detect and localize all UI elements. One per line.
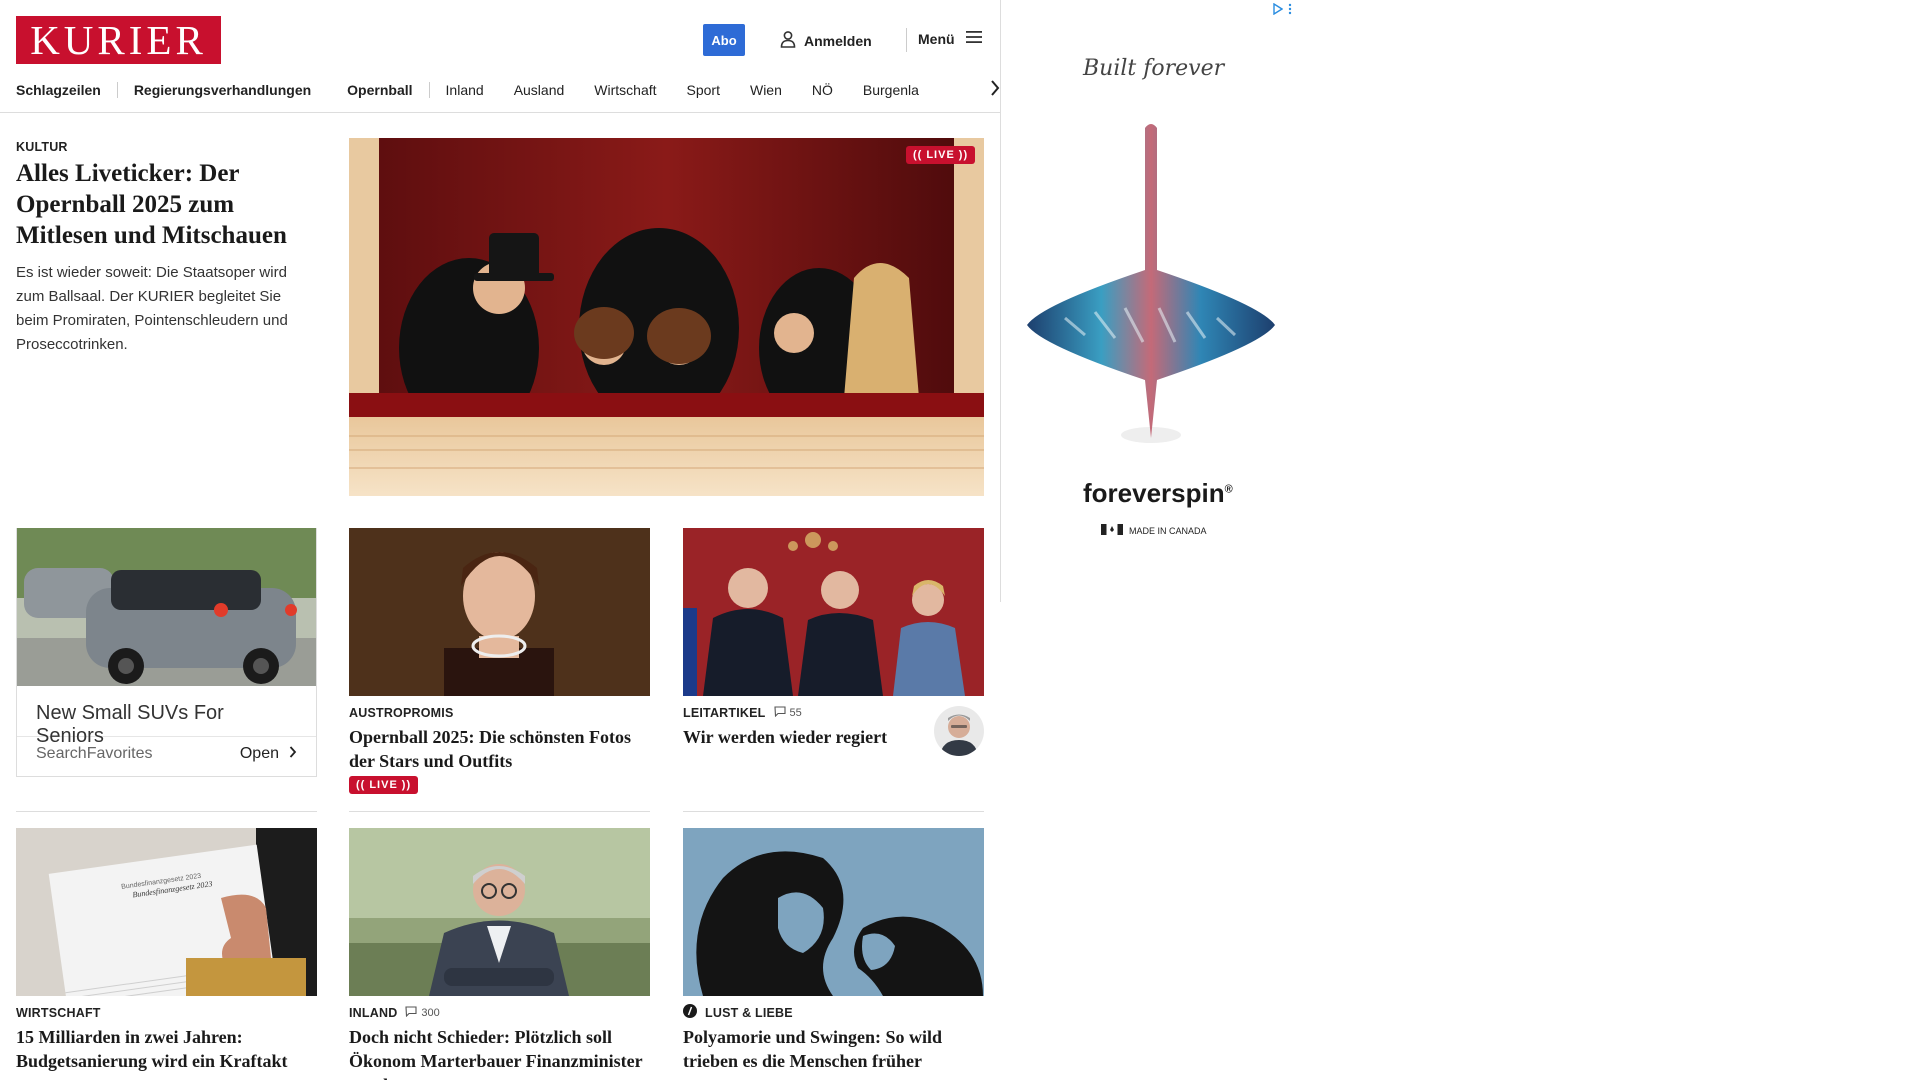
nav-scroll-right-button[interactable]	[964, 78, 1000, 102]
chevron-right-icon	[990, 79, 1000, 101]
lead-teaser: Es ist wieder soweit: Die Staatsoper wir…	[16, 264, 288, 353]
article-image-couple-illustration	[683, 828, 984, 996]
nav-item-schlagzeilen[interactable]: Schlagzeilen	[16, 82, 101, 98]
article-image-economist	[349, 828, 650, 996]
article-card[interactable]: INLAND 300 Doch nicht Schieder: Plötzlic…	[349, 828, 650, 1080]
article-card[interactable]: LUST & LIEBE Polyamorie und Swingen: So …	[683, 828, 984, 1073]
card-kicker: LEITARTIKEL	[683, 706, 766, 720]
nav-item-inland[interactable]: Inland	[446, 82, 484, 98]
site-header: KURIER Abo Anmelden Menü Schlagzeilen Re…	[0, 0, 1000, 113]
ad-origin: MADE IN CANADA	[1101, 524, 1207, 537]
ad-brand: foreverspin®	[1083, 478, 1233, 509]
nav-item-sport[interactable]: Sport	[687, 82, 720, 98]
comment-icon	[405, 1006, 417, 1020]
comment-count[interactable]: 55	[773, 706, 802, 720]
article-image-portrait	[349, 528, 650, 696]
comment-count-value: 55	[789, 707, 802, 719]
lead-kicker: KULTUR	[16, 140, 68, 154]
card-kicker: LUST & LIEBE	[705, 1006, 793, 1020]
comment-count[interactable]: 300	[405, 1006, 440, 1020]
login-label: Anmelden	[804, 32, 872, 49]
comment-icon	[773, 706, 786, 720]
nav-item-regierungsverhandlungen[interactable]: Regierungsverhandlungen	[134, 82, 311, 98]
ad-tagline: Built forever	[1083, 56, 1225, 81]
user-icon	[780, 30, 796, 51]
comment-count-value: 300	[421, 1007, 440, 1019]
ad-more-icon[interactable]	[1288, 2, 1292, 20]
ad-origin-label: MADE IN CANADA	[1129, 525, 1207, 536]
sponsored-open-button[interactable]: Open	[240, 745, 297, 763]
card-kicker: INLAND	[349, 1006, 398, 1020]
nav-item-noe[interactable]: NÖ	[812, 82, 833, 98]
card-kicker: WIRTSCHAFT	[16, 1006, 101, 1020]
lead-headline[interactable]: Alles Liveticker: Der Opernball 2025 zum…	[16, 158, 316, 251]
divider	[349, 811, 650, 812]
card-headline[interactable]: Polyamorie und Swingen: So wild trieben …	[683, 1025, 984, 1073]
login-button[interactable]: Anmelden	[780, 30, 872, 51]
hamburger-icon	[965, 30, 983, 47]
menu-label: Menü	[918, 30, 955, 47]
display-ad[interactable]: Built forever foreverspin® MADE IN CANAD…	[1001, 0, 1297, 602]
lead-image-opera-box[interactable]: ((LIVE))	[349, 138, 984, 496]
live-badge: ((LIVE))	[349, 776, 419, 794]
article-card[interactable]: Bundesfinanzgesetz 2023 Bundesfinanzgese…	[16, 828, 317, 1073]
live-badge: ((LIVE))	[906, 146, 976, 164]
live-signal-icon: ))	[958, 149, 969, 161]
card-headline[interactable]: Wir werden wieder regiert	[683, 725, 923, 749]
nav-divider	[428, 82, 430, 98]
article-card[interactable]: AUSTROPROMIS Opernball 2025: Die schönst…	[349, 528, 650, 794]
kurier-logo[interactable]: KURIER	[16, 16, 221, 64]
nav-item-wirtschaft[interactable]: Wirtschaft	[594, 82, 656, 98]
ad-choices-icon[interactable]	[1273, 2, 1284, 20]
sponsored-source: SearchFavorites	[36, 745, 153, 762]
plus-premium-icon	[683, 1003, 697, 1023]
menu-button[interactable]: Menü	[918, 30, 983, 47]
canada-flag-icon	[1101, 524, 1123, 537]
live-badge-label: LIVE	[926, 149, 955, 161]
card-kicker: AUSTROPROMIS	[349, 706, 454, 720]
sponsored-headline[interactable]: New Small SUVs For Seniors	[17, 686, 316, 747]
header-divider	[906, 28, 907, 52]
nav-item-burgenland[interactable]: Burgenla	[863, 82, 919, 98]
sponsored-card[interactable]: New Small SUVs For Seniors SearchFavorit…	[16, 528, 317, 777]
card-headline[interactable]: Doch nicht Schieder: Plötzlich soll Ökon…	[349, 1025, 650, 1080]
article-card[interactable]: LEITARTIKEL 55 Wir werden wieder regiert	[683, 528, 984, 756]
sponsored-image-car	[17, 528, 316, 686]
nav-item-opernball[interactable]: Opernball	[347, 82, 412, 98]
chevron-right-icon	[289, 745, 297, 763]
nav-divider	[116, 82, 118, 98]
live-signal-icon: ((	[356, 779, 366, 791]
live-signal-icon: ))	[401, 779, 412, 791]
registered-mark-icon: ®	[1224, 483, 1233, 496]
main-column: KURIER Abo Anmelden Menü Schlagzeilen Re…	[0, 0, 1000, 1080]
nav-item-ausland[interactable]: Ausland	[514, 82, 565, 98]
ad-brand-label: foreverspin	[1083, 478, 1225, 508]
open-label: Open	[239, 745, 279, 762]
divider	[683, 811, 984, 812]
abo-button[interactable]: Abo	[703, 24, 745, 56]
author-avatar	[934, 706, 984, 756]
spinning-top-icon	[1025, 120, 1277, 455]
article-image-budget-book: Bundesfinanzgesetz 2023 Bundesfinanzgese…	[16, 828, 317, 996]
article-image-politicians	[683, 528, 984, 696]
live-badge-label: LIVE	[369, 779, 398, 791]
live-signal-icon: ((	[913, 149, 923, 161]
nav-item-wien[interactable]: Wien	[750, 82, 782, 98]
section-nav: Schlagzeilen Regierungsverhandlungen Ope…	[16, 80, 976, 100]
card-headline[interactable]: 15 Milliarden in zwei Jahren: Budgetsani…	[16, 1025, 317, 1073]
card-headline[interactable]: Opernball 2025: Die schönsten Fotos der …	[349, 725, 650, 773]
divider	[16, 811, 317, 812]
